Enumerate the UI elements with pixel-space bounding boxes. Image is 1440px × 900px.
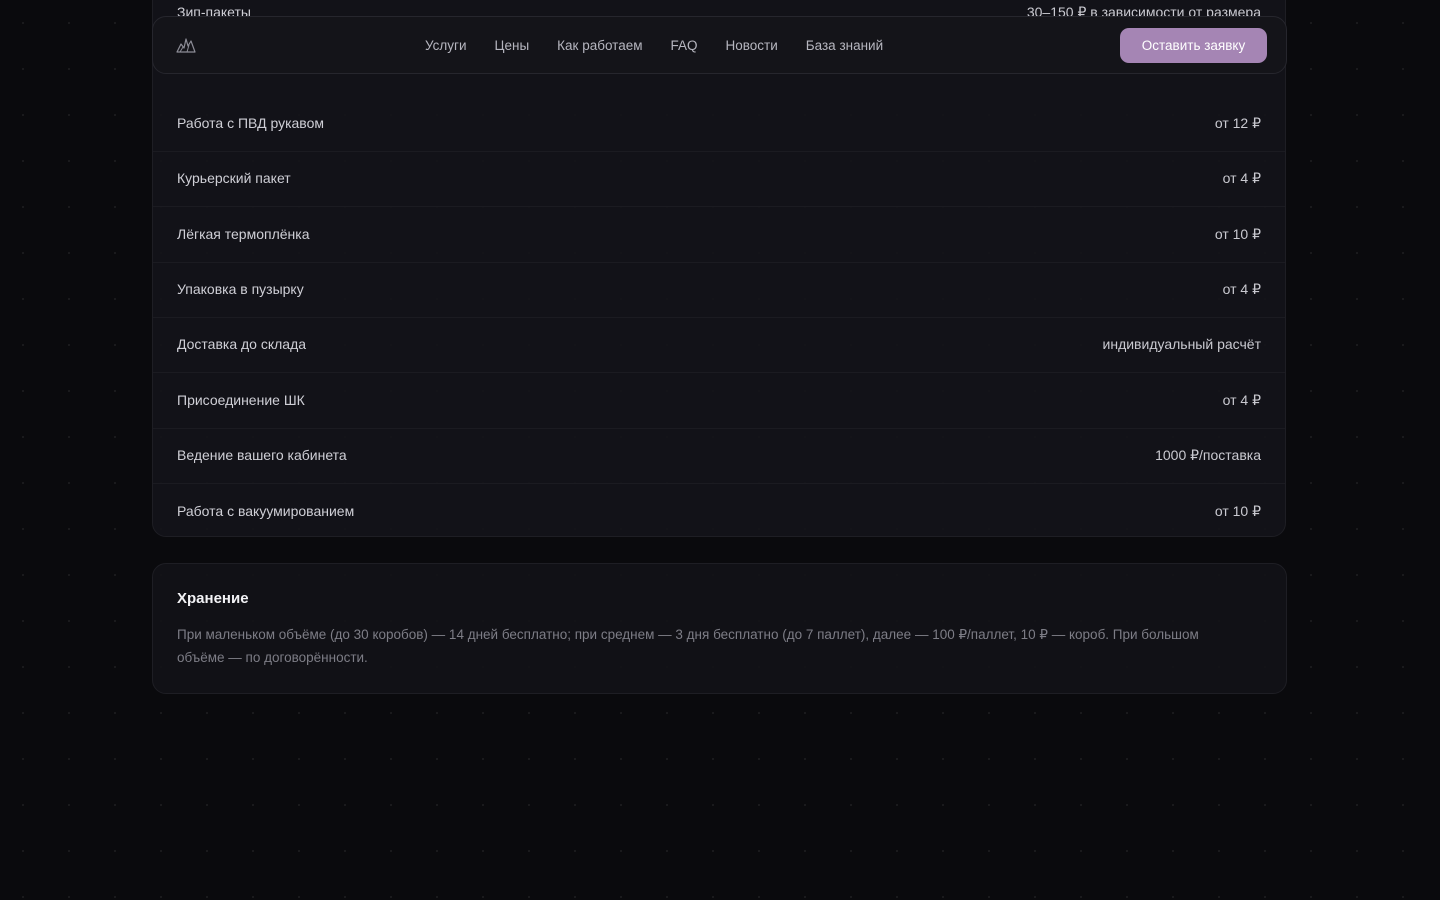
- price-row-name: Работа с вакуумированием: [177, 503, 355, 519]
- row-divider: [153, 151, 1285, 152]
- nav-link-faq[interactable]: FAQ: [671, 38, 698, 53]
- nav-link-knowledge-base[interactable]: База знаний: [806, 38, 883, 53]
- price-row: Доставка до склада индивидуальный расчёт: [177, 333, 1261, 355]
- row-divider: [153, 372, 1285, 373]
- price-row: Упаковка в пузырку от 4 ₽: [177, 278, 1261, 300]
- price-row-name: Курьерский пакет: [177, 170, 291, 186]
- price-row-name: Присоединение ШК: [177, 392, 305, 408]
- row-divider: [153, 206, 1285, 207]
- nav-links: Услуги Цены Как работаем FAQ Новости Баз…: [425, 17, 911, 73]
- row-divider: [153, 483, 1285, 484]
- price-row-value: от 4 ₽: [1222, 391, 1261, 408]
- price-row-value: от 10 ₽: [1214, 225, 1261, 242]
- nav-link-services[interactable]: Услуги: [425, 38, 467, 53]
- price-row-value: 1000 ₽/поставка: [1155, 446, 1261, 463]
- price-row: Работа с ПВД рукавом от 12 ₽: [177, 112, 1261, 134]
- nav-link-prices[interactable]: Цены: [495, 38, 530, 53]
- row-divider: [153, 262, 1285, 263]
- price-list-card: Зип-пакеты 30–150 ₽ в зависимости от раз…: [152, 0, 1286, 537]
- price-row-name: Ведение вашего кабинета: [177, 447, 347, 463]
- price-row: Присоединение ШК от 4 ₽: [177, 389, 1261, 411]
- price-row-name: Доставка до склада: [177, 336, 307, 352]
- row-divider: [153, 317, 1285, 318]
- price-row-value: индивидуальный расчёт: [1102, 336, 1261, 352]
- rabbit-logo-icon[interactable]: [175, 35, 197, 55]
- price-row-value: от 10 ₽: [1214, 502, 1261, 519]
- storage-description: При маленьком объёме (до 30 коробов) — 1…: [177, 627, 1199, 665]
- price-row: Курьерский пакет от 4 ₽: [177, 167, 1261, 189]
- storage-card: Хранение При маленьком объёме (до 30 кор…: [152, 563, 1287, 694]
- price-row-value: от 4 ₽: [1222, 169, 1261, 186]
- price-row-name: Упаковка в пузырку: [177, 281, 304, 297]
- row-divider: [153, 428, 1285, 429]
- top-navbar: Услуги Цены Как работаем FAQ Новости Баз…: [152, 16, 1287, 74]
- price-row: Ведение вашего кабинета 1000 ₽/поставка: [177, 444, 1261, 466]
- price-row-value: от 12 ₽: [1214, 114, 1261, 131]
- nav-link-how-we-work[interactable]: Как работаем: [557, 38, 642, 53]
- price-row-value: от 4 ₽: [1222, 280, 1261, 297]
- price-row-name: Работа с ПВД рукавом: [177, 115, 324, 131]
- price-row: Лёгкая термоплёнка от 10 ₽: [177, 223, 1261, 245]
- nav-link-news[interactable]: Новости: [726, 38, 778, 53]
- price-row-name: Лёгкая термоплёнка: [177, 226, 310, 242]
- submit-request-button[interactable]: Оставить заявку: [1120, 28, 1267, 63]
- price-row: Работа с вакуумированием от 10 ₽: [177, 500, 1261, 522]
- storage-title: Хранение: [177, 590, 249, 607]
